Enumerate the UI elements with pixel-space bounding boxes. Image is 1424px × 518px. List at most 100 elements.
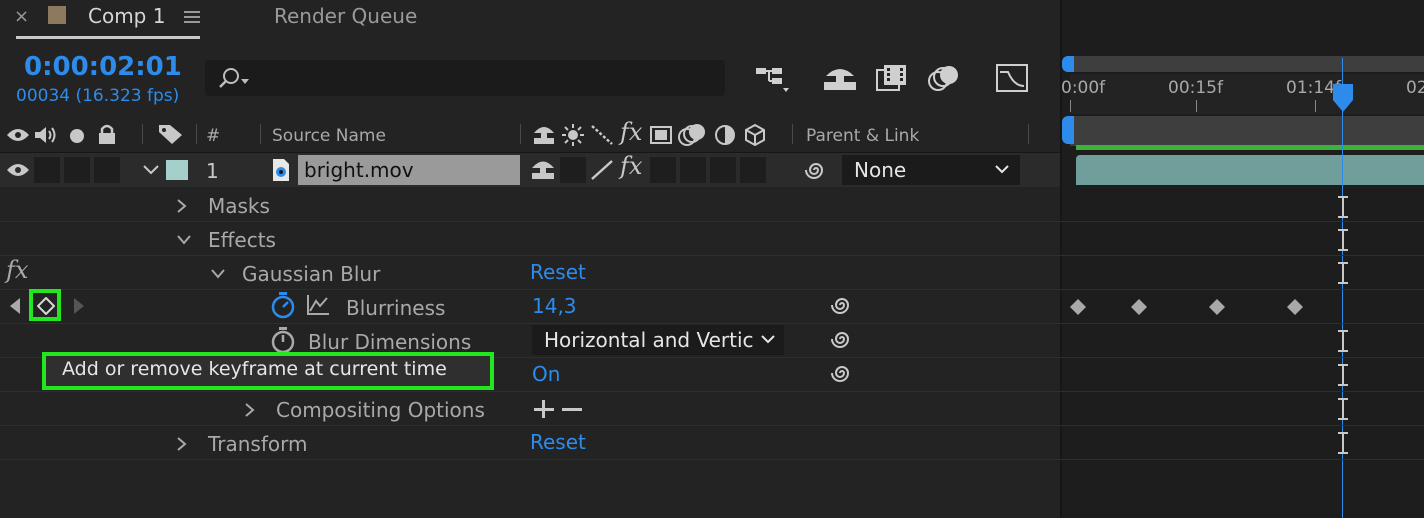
column-header-number[interactable]: # <box>206 126 220 146</box>
chevron-right-icon[interactable] <box>244 402 256 418</box>
3d-layer-icon[interactable] <box>744 124 766 146</box>
current-timecode[interactable]: 0:00:02:01 <box>24 52 182 82</box>
layer-duration-bar[interactable] <box>1076 155 1424 185</box>
parent-pickwhip-icon[interactable] <box>804 158 828 182</box>
keyframe-diamond[interactable] <box>1131 299 1147 315</box>
stopwatch-icon[interactable] <box>270 326 296 354</box>
column-separator[interactable] <box>260 124 261 144</box>
motion-blur-icon[interactable] <box>928 64 962 94</box>
chevron-right-icon[interactable] <box>176 436 188 452</box>
row-divider <box>0 289 1424 290</box>
property-blur-dimensions[interactable]: Blur Dimensions <box>308 330 471 354</box>
blurriness-value[interactable]: 14,3 <box>532 294 577 318</box>
adjustment-layer-icon[interactable] <box>714 124 736 146</box>
draft-3d-icon[interactable] <box>822 64 858 92</box>
chevron-down-icon[interactable] <box>760 334 776 346</box>
adjustment-switch[interactable] <box>710 157 736 183</box>
graph-icon[interactable] <box>306 294 330 316</box>
property-transform[interactable]: Transform <box>208 432 307 456</box>
work-area-bar[interactable] <box>1070 56 1424 72</box>
tab-comp-1[interactable]: Comp 1 <box>88 4 165 28</box>
row-divider <box>0 425 1424 426</box>
layer-name[interactable]: bright.mov <box>304 158 414 182</box>
previous-keyframe-icon[interactable] <box>8 297 22 315</box>
layer-visibility-icon[interactable] <box>6 162 30 178</box>
property-compositing-options[interactable]: Compositing Options <box>276 398 485 422</box>
effect-gaussian-blur[interactable]: Gaussian Blur <box>242 262 380 286</box>
property-masks[interactable]: Masks <box>208 194 270 218</box>
effects-fx-icon[interactable]: fx <box>620 118 642 146</box>
graph-editor-icon[interactable] <box>996 64 1028 92</box>
keyframe-diamond[interactable] <box>1209 299 1225 315</box>
time-ruler[interactable] <box>1070 74 1424 114</box>
repeat-edge-value[interactable]: On <box>532 362 560 386</box>
solo-switch[interactable] <box>64 157 90 183</box>
ibeam-marker <box>1336 398 1350 420</box>
video-visibility-icon[interactable] <box>6 127 30 143</box>
layer-label-color[interactable] <box>166 160 188 180</box>
layer-shy-switch-icon[interactable] <box>530 158 556 182</box>
pickwhip-icon[interactable] <box>830 361 854 385</box>
label-tag-icon[interactable] <box>158 123 184 145</box>
motion-blur-switch[interactable] <box>680 157 706 183</box>
search-input[interactable] <box>257 66 711 90</box>
property-effects[interactable]: Effects <box>208 228 276 252</box>
tooltip-text: Add or remove keyframe at current time <box>62 358 447 380</box>
audio-switch[interactable] <box>34 157 60 183</box>
column-separator[interactable] <box>792 124 793 144</box>
audio-icon[interactable] <box>34 125 60 145</box>
timeline-navigator[interactable] <box>1070 116 1424 146</box>
collapse-switch[interactable] <box>560 157 586 183</box>
parent-dropdown-value[interactable]: None <box>854 158 906 182</box>
transform-reset-link[interactable]: Reset <box>530 430 586 454</box>
column-separator[interactable] <box>1028 124 1029 144</box>
work-area-start-handle[interactable] <box>1062 56 1074 72</box>
solo-icon[interactable] <box>69 128 85 144</box>
frame-blend-switch-icon[interactable] <box>650 124 672 146</box>
row-divider <box>0 221 1424 222</box>
effect-fx-toggle-icon[interactable]: fx <box>6 256 28 284</box>
layer-number: 1 <box>206 159 219 183</box>
pickwhip-icon[interactable] <box>830 293 854 317</box>
gaussian-blur-reset-link[interactable]: Reset <box>530 260 586 284</box>
layer-fx-switch-icon[interactable]: fx <box>620 152 642 180</box>
keyframe-diamond[interactable] <box>1070 299 1086 315</box>
property-blurriness[interactable]: Blurriness <box>346 296 445 320</box>
close-tab-icon[interactable]: × <box>14 6 29 27</box>
add-mask-icon[interactable] <box>534 400 554 418</box>
layer-expand-chevron[interactable] <box>142 163 160 177</box>
remove-mask-icon[interactable] <box>562 400 582 418</box>
motion-blur-switch-icon[interactable] <box>678 122 708 148</box>
quality-icon[interactable] <box>590 124 614 146</box>
search-field[interactable] <box>205 60 725 96</box>
collapse-transformation-icon[interactable] <box>562 124 584 146</box>
frame-blend-switch[interactable] <box>650 157 676 183</box>
composition-flowchart-icon[interactable] <box>756 66 792 94</box>
column-header-parent-link[interactable]: Parent & Link <box>806 126 919 146</box>
keyframe-diamond[interactable] <box>1287 299 1303 315</box>
tab-render-queue[interactable]: Render Queue <box>274 4 417 28</box>
3d-switch[interactable] <box>740 157 766 183</box>
column-separator[interactable] <box>520 124 521 144</box>
playhead-handle[interactable] <box>1333 84 1353 112</box>
tab-menu-icon[interactable] <box>184 10 200 24</box>
frame-blending-icon[interactable] <box>876 64 908 92</box>
column-separator[interactable] <box>196 124 197 144</box>
pickwhip-icon[interactable] <box>830 327 854 351</box>
shy-icon[interactable] <box>532 124 556 146</box>
chevron-down-icon[interactable] <box>994 164 1010 176</box>
column-separator[interactable] <box>142 124 143 144</box>
stopwatch-active-icon[interactable] <box>270 291 296 319</box>
add-keyframe-icon[interactable] <box>37 297 55 315</box>
column-header-source-name[interactable]: Source Name <box>272 126 386 146</box>
navigator-start-handle[interactable] <box>1062 116 1074 144</box>
chevron-right-icon[interactable] <box>176 198 188 214</box>
chevron-down-icon[interactable] <box>210 268 226 280</box>
chevron-down-icon[interactable] <box>176 234 192 246</box>
search-icon <box>219 66 253 90</box>
quality-switch-icon[interactable] <box>590 159 614 181</box>
lock-icon[interactable] <box>96 123 118 145</box>
next-keyframe-icon[interactable] <box>72 297 86 315</box>
lock-switch[interactable] <box>94 157 120 183</box>
blur-dimensions-value[interactable]: Horizontal and Vertic <box>544 328 754 352</box>
